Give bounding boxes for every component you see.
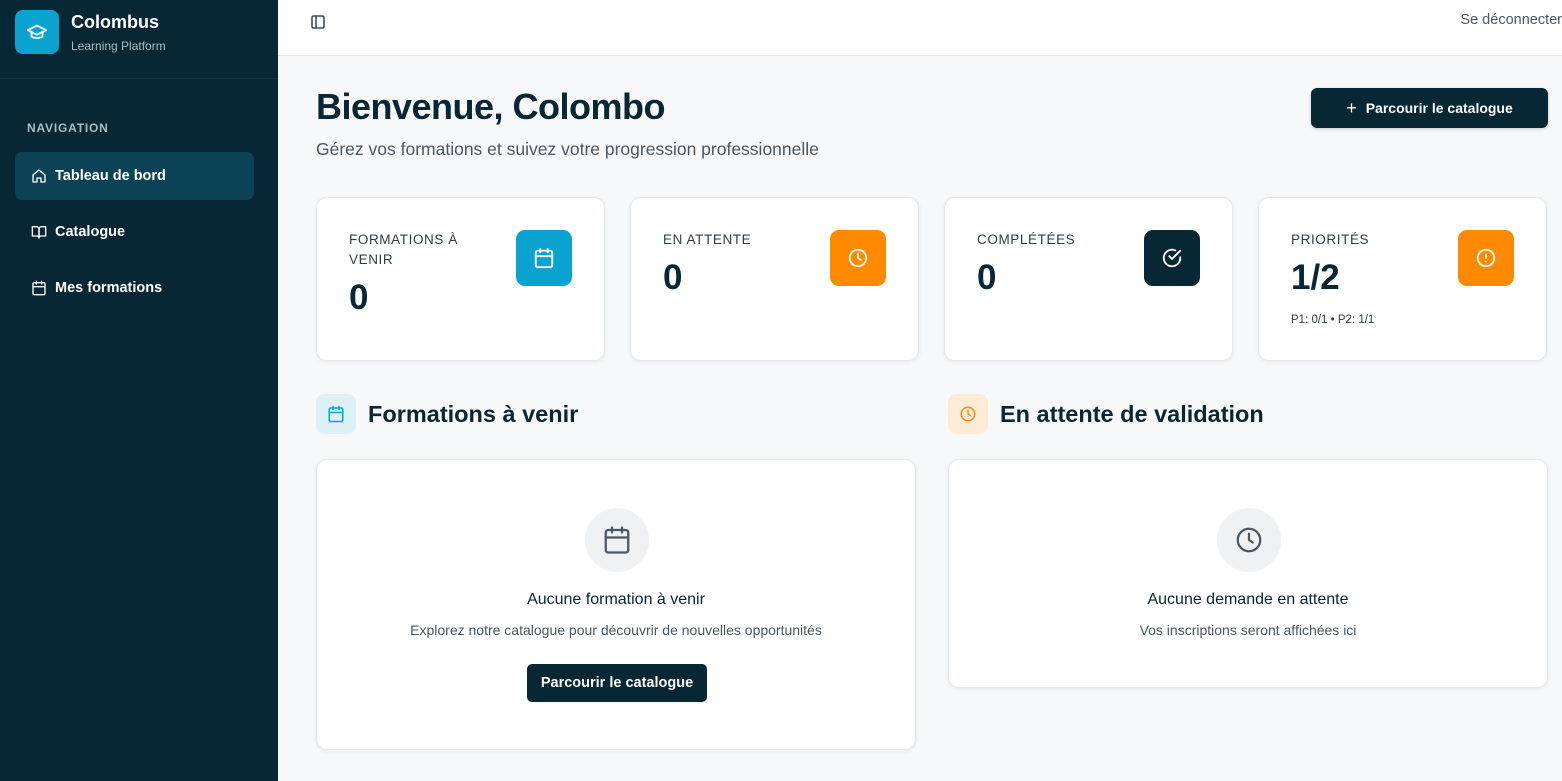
stat-label: PRIORITÉS (1291, 232, 1370, 247)
section-upcoming-header: Formations à venir (316, 394, 578, 434)
page-subtitle: Gérez vos formations et suivez votre pro… (316, 139, 819, 159)
upcoming-empty-state: Aucune formation à venir Explorez notre … (316, 459, 916, 750)
stat-label: FORMATIONS À VENIR (349, 232, 458, 267)
stat-card-completed: COMPLÉTÉES 0 (944, 197, 1233, 361)
sidebar-item-dashboard[interactable]: Tableau de bord (15, 152, 254, 200)
check-circle-icon (1144, 230, 1200, 286)
sidebar-divider (0, 78, 278, 79)
browse-catalogue-button[interactable]: + Parcourir le catalogue (1311, 88, 1548, 128)
book-open-icon (31, 226, 47, 239)
browse-catalogue-button[interactable]: Parcourir le catalogue (527, 664, 707, 702)
empty-description: Vos inscriptions seront affichées ici (1139, 622, 1357, 638)
browse-catalogue-label: Parcourir le catalogue (1365, 100, 1513, 116)
graduation-cap-icon (15, 10, 59, 54)
sidebar-item-label: Catalogue (55, 224, 126, 240)
pending-empty-state: Aucune demande en attente Vos inscriptio… (948, 459, 1548, 688)
sidebar-item-my-trainings[interactable]: Mes formations (15, 264, 254, 312)
stat-label: EN ATTENTE (663, 232, 752, 247)
stat-value: 0 (349, 278, 369, 317)
topbar: Se déconnecter (278, 0, 1562, 56)
section-title: En attente de validation (1000, 400, 1264, 427)
brand-name: Colombus (71, 12, 159, 32)
empty-description: Explorez notre catalogue pour découvrir … (410, 622, 822, 638)
plus-icon: + (1346, 98, 1357, 118)
brand-subtitle: Learning Platform (71, 39, 166, 53)
calendar-icon (585, 508, 649, 572)
stat-card-pending: EN ATTENTE 0 (630, 197, 919, 361)
brand[interactable]: Colombus Learning Platform (15, 10, 166, 54)
sidebar-item-label: Tableau de bord (55, 168, 166, 184)
clock-icon (830, 230, 886, 286)
alert-circle-icon (1458, 230, 1514, 286)
clock-icon (1217, 508, 1281, 572)
home-icon (32, 169, 46, 183)
stat-card-priorities: PRIORITÉS 1/2 P1: 0/1 • P2: 1/1 (1258, 197, 1547, 361)
empty-title: Aucune demande en attente (1147, 591, 1349, 608)
calendar-icon (32, 280, 46, 296)
stat-value: 1/2 (1291, 258, 1340, 297)
logout-button[interactable]: Se déconnecter (1460, 12, 1562, 28)
sidebar-item-catalogue[interactable]: Catalogue (15, 208, 254, 256)
section-pending-header: En attente de validation (948, 394, 1264, 434)
sidebar: Colombus Learning Platform NAVIGATION Ta… (0, 0, 278, 781)
stat-card-upcoming: FORMATIONS À VENIR 0 (316, 197, 605, 361)
page-title: Bienvenue, Colombo (316, 86, 666, 127)
priority-breakdown: P1: 0/1 • P2: 1/1 (1291, 314, 1375, 326)
calendar-icon (316, 394, 356, 434)
empty-title: Aucune formation à venir (527, 591, 705, 608)
nav-heading: NAVIGATION (27, 121, 109, 135)
stat-value: 0 (663, 258, 683, 297)
section-title: Formations à venir (368, 400, 579, 427)
calendar-icon (516, 230, 572, 286)
clock-icon (948, 394, 988, 434)
stat-label: COMPLÉTÉES (977, 232, 1076, 247)
sidebar-item-label: Mes formations (55, 280, 163, 296)
stat-value: 0 (977, 258, 997, 297)
sidebar-toggle-icon[interactable] (308, 12, 328, 32)
